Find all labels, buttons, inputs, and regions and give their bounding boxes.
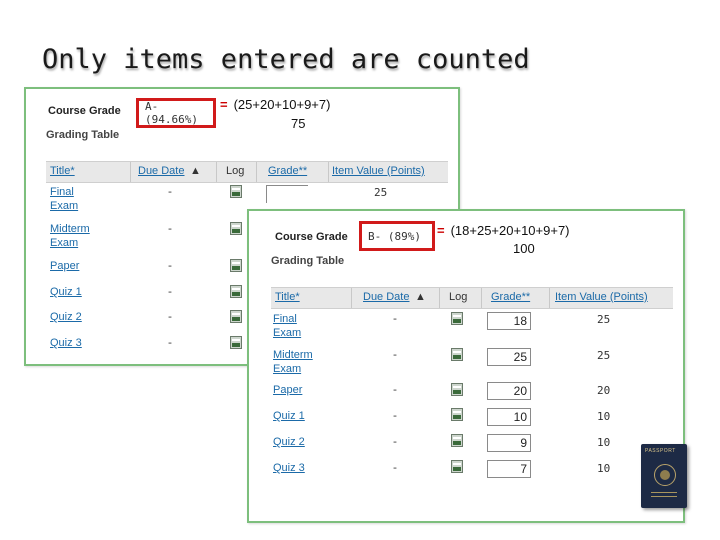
item-link-paper[interactable]: Paper — [50, 259, 79, 273]
header-item-value[interactable]: Item Value (Points) — [332, 165, 425, 177]
table-header: Title* Due Date ▲ Log Grade** Item Value… — [46, 161, 448, 183]
grading-table-label: Grading Table — [271, 255, 345, 267]
table-header: Title* Due Date ▲ Log Grade** Item Value… — [271, 287, 673, 309]
item-link-paper[interactable]: Paper — [273, 383, 302, 397]
sort-icon[interactable]: ▲ — [190, 165, 201, 177]
header-title[interactable]: Title* — [50, 165, 75, 177]
course-grade-value: B- (89%) — [359, 221, 435, 251]
log-icon[interactable] — [451, 348, 463, 361]
log-icon[interactable] — [451, 408, 463, 421]
course-grade-value: A- (94.66%) — [136, 98, 216, 128]
item-link-final[interactable]: Final Exam — [50, 185, 78, 213]
header-due-date[interactable]: Due Date — [363, 291, 409, 303]
item-link-final[interactable]: Final Exam — [273, 312, 301, 340]
item-link-quiz-1[interactable]: Quiz 1 — [50, 285, 82, 299]
item-link-quiz-3[interactable]: Quiz 3 — [50, 336, 82, 350]
equals-sign: = — [220, 97, 228, 112]
due-date: - — [168, 310, 172, 323]
grade-input[interactable]: 10 — [487, 408, 531, 426]
item-value: 25 — [597, 349, 611, 362]
due-date: - — [393, 348, 397, 361]
due-date: - — [393, 435, 397, 448]
header-log: Log — [449, 291, 468, 303]
log-icon[interactable] — [230, 259, 242, 272]
grade-input[interactable] — [266, 185, 308, 203]
formula-numerator: (18+25+20+10+9+7) — [450, 223, 570, 238]
item-value: 20 — [597, 384, 611, 397]
grade-input[interactable]: 7 — [487, 460, 531, 478]
equals-sign: = — [437, 223, 445, 238]
item-value: 25 — [374, 186, 388, 199]
grading-table-label: Grading Table — [46, 129, 120, 141]
grade-input[interactable]: 18 — [487, 312, 531, 330]
grade-formula: = (25+20+10+9+7) — [220, 97, 330, 112]
due-date: - — [168, 222, 172, 235]
grade-input[interactable]: 20 — [487, 382, 531, 400]
gradebook-panel-after: Course Grade B- (89%) = (18+25+20+10+9+7)… — [247, 209, 685, 523]
log-icon[interactable] — [451, 460, 463, 473]
log-icon[interactable] — [230, 222, 242, 235]
grade-formula: = (18+25+20+10+9+7) — [437, 223, 570, 238]
slide-title: Only items entered are counted — [42, 44, 530, 75]
log-icon[interactable] — [451, 312, 463, 325]
course-grade-label: Course Grade — [275, 231, 348, 243]
sort-icon[interactable]: ▲ — [415, 291, 426, 303]
grade-input[interactable]: 9 — [487, 434, 531, 452]
due-date: - — [393, 383, 397, 396]
header-due-date[interactable]: Due Date — [138, 165, 184, 177]
due-date: - — [393, 312, 397, 325]
log-icon[interactable] — [451, 383, 463, 396]
item-value: 25 — [597, 313, 611, 326]
due-date: - — [393, 461, 397, 474]
due-date: - — [168, 336, 172, 349]
item-link-quiz-2[interactable]: Quiz 2 — [273, 435, 305, 449]
passport-image: PASSPORT — [641, 444, 687, 508]
item-value: 10 — [597, 462, 611, 475]
log-icon[interactable] — [230, 285, 242, 298]
header-item-value[interactable]: Item Value (Points) — [555, 291, 648, 303]
item-link-quiz-3[interactable]: Quiz 3 — [273, 461, 305, 475]
log-icon[interactable] — [230, 310, 242, 323]
item-link-quiz-2[interactable]: Quiz 2 — [50, 310, 82, 324]
header-grade[interactable]: Grade** — [268, 165, 307, 177]
item-value: 10 — [597, 436, 611, 449]
grade-input[interactable]: 25 — [487, 348, 531, 366]
formula-numerator: (25+20+10+9+7) — [233, 97, 331, 112]
log-icon[interactable] — [230, 336, 242, 349]
header-log: Log — [226, 165, 245, 177]
log-icon[interactable] — [230, 185, 242, 198]
due-date: - — [393, 409, 397, 422]
passport-label: PASSPORT — [645, 448, 676, 454]
header-grade[interactable]: Grade** — [491, 291, 530, 303]
item-value: 10 — [597, 410, 611, 423]
due-date: - — [168, 285, 172, 298]
formula-denominator: 100 — [513, 241, 535, 256]
passport-lines — [651, 492, 677, 493]
item-link-quiz-1[interactable]: Quiz 1 — [273, 409, 305, 423]
course-grade-label: Course Grade — [48, 105, 121, 117]
item-link-midterm[interactable]: Midterm Exam — [273, 348, 313, 376]
due-date: - — [168, 259, 172, 272]
header-title[interactable]: Title* — [275, 291, 300, 303]
seal-icon — [654, 464, 676, 486]
log-icon[interactable] — [451, 434, 463, 447]
formula-denominator: 75 — [291, 116, 306, 131]
due-date: - — [168, 185, 172, 198]
item-link-midterm[interactable]: Midterm Exam — [50, 222, 90, 250]
